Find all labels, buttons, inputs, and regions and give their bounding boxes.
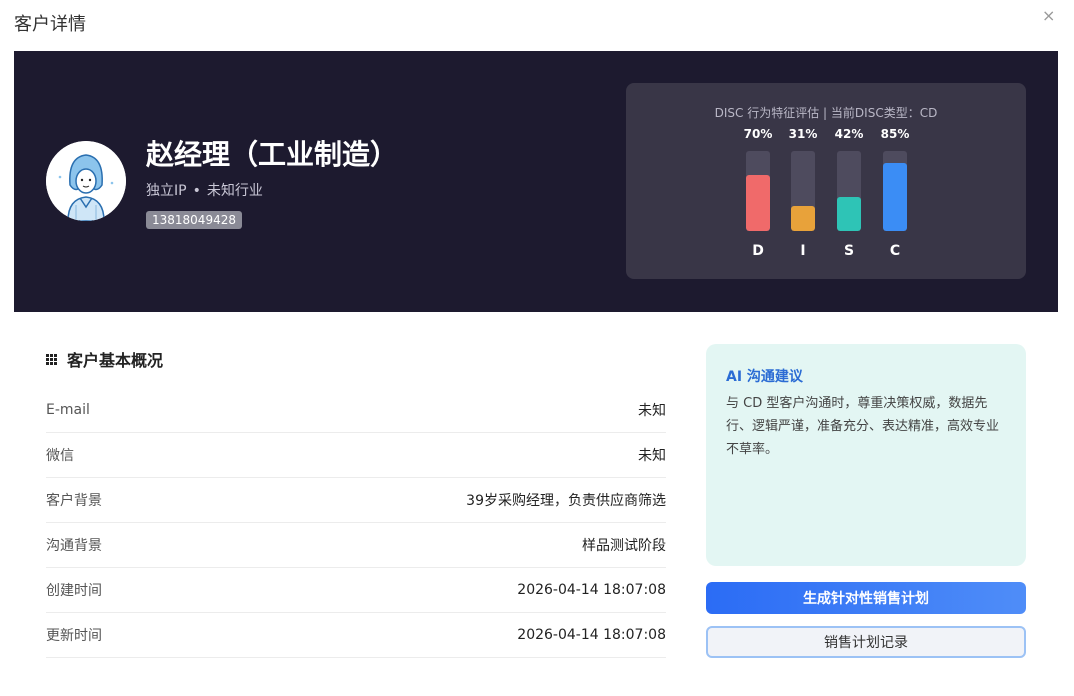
info-row-created: 创建时间 2026-04-14 18:07:08 — [46, 568, 666, 613]
info-value: 2026-04-14 18:07:08 — [517, 582, 666, 598]
info-label: E-mail — [46, 402, 90, 418]
info-label: 更新时间 — [46, 628, 102, 644]
disc-letter-d: D — [752, 243, 764, 259]
customer-name: 赵经理（工业制造） — [146, 138, 399, 171]
info-row-wechat: 微信 未知 — [46, 433, 666, 478]
disc-percent-c: 85% — [880, 127, 910, 141]
disc-track-d — [746, 151, 770, 231]
ai-suggestion-title: AI 沟通建议 — [726, 369, 803, 385]
disc-caption: DISC 行为特征评估 | 当前DISC类型：CD — [714, 106, 938, 120]
customer-meta: 独立IP • 未知行业 — [146, 180, 263, 200]
disc-bar-i — [791, 206, 815, 231]
phone-badge: 13818049428 — [146, 211, 242, 229]
ai-suggestion-text: 与 CD 型客户沟通时，尊重决策权威，数据先行、逻辑严谨，准备充分、表达精准，高… — [726, 396, 1000, 457]
avatar-illustration — [46, 141, 126, 221]
disc-letter-i: I — [800, 243, 806, 259]
info-value: 39岁采购经理，负责供应商筛选 — [466, 493, 666, 509]
industry: 未知行业 — [206, 183, 263, 199]
info-label: 创建时间 — [46, 583, 102, 599]
info-row-email: E-mail 未知 — [46, 388, 666, 433]
info-row-background: 客户背景 39岁采购经理，负责供应商筛选 — [46, 478, 666, 523]
customer-banner: 赵经理（工业制造） 独立IP • 未知行业 13818049428 DISC 行为特… — [14, 51, 1058, 312]
disc-track-c — [883, 151, 907, 231]
ip-type: 独立IP — [146, 183, 187, 199]
disc-bar-c — [883, 163, 907, 231]
info-value: 样品测试阶段 — [582, 538, 666, 554]
info-value: 2026-04-14 18:07:08 — [517, 627, 666, 643]
info-value: 未知 — [638, 448, 666, 464]
avatar — [46, 141, 126, 221]
ai-suggestion-card: AI 沟通建议 与 CD 型客户沟通时，尊重决策权威，数据先行、逻辑严谨，准备充… — [706, 344, 1026, 566]
info-label: 微信 — [46, 448, 74, 464]
grid-icon — [46, 353, 57, 365]
sales-plan-records-button[interactable]: 销售计划记录 — [706, 626, 1026, 658]
disc-track-i — [791, 151, 815, 231]
overview-title: 客户基本概况 — [46, 347, 163, 371]
info-value: 未知 — [638, 403, 666, 419]
meta-separator: • — [192, 183, 201, 199]
info-row-communication: 沟通背景 样品测试阶段 — [46, 523, 666, 568]
disc-letter-c: C — [889, 243, 901, 259]
disc-bar-d — [746, 175, 770, 231]
info-label: 沟通背景 — [46, 538, 102, 554]
generate-sales-plan-button[interactable]: 生成针对性销售计划 — [706, 582, 1026, 614]
info-row-updated: 更新时间 2026-04-14 18:07:08 — [46, 613, 666, 658]
overview-list: E-mail 未知 微信 未知 客户背景 39岁采购经理，负责供应商筛选 沟通背… — [46, 388, 666, 658]
disc-letter-s: S — [843, 243, 855, 259]
dialog-title: 客户详情 — [14, 14, 86, 35]
info-label: 客户背景 — [46, 493, 102, 509]
close-icon[interactable]: × — [1042, 7, 1055, 25]
disc-bar-s — [837, 197, 861, 231]
overview-title-text: 客户基本概况 — [67, 351, 164, 370]
disc-track-s — [837, 151, 861, 231]
disc-card: DISC 行为特征评估 | 当前DISC类型：CD 70% D 31% I 42… — [626, 83, 1026, 279]
